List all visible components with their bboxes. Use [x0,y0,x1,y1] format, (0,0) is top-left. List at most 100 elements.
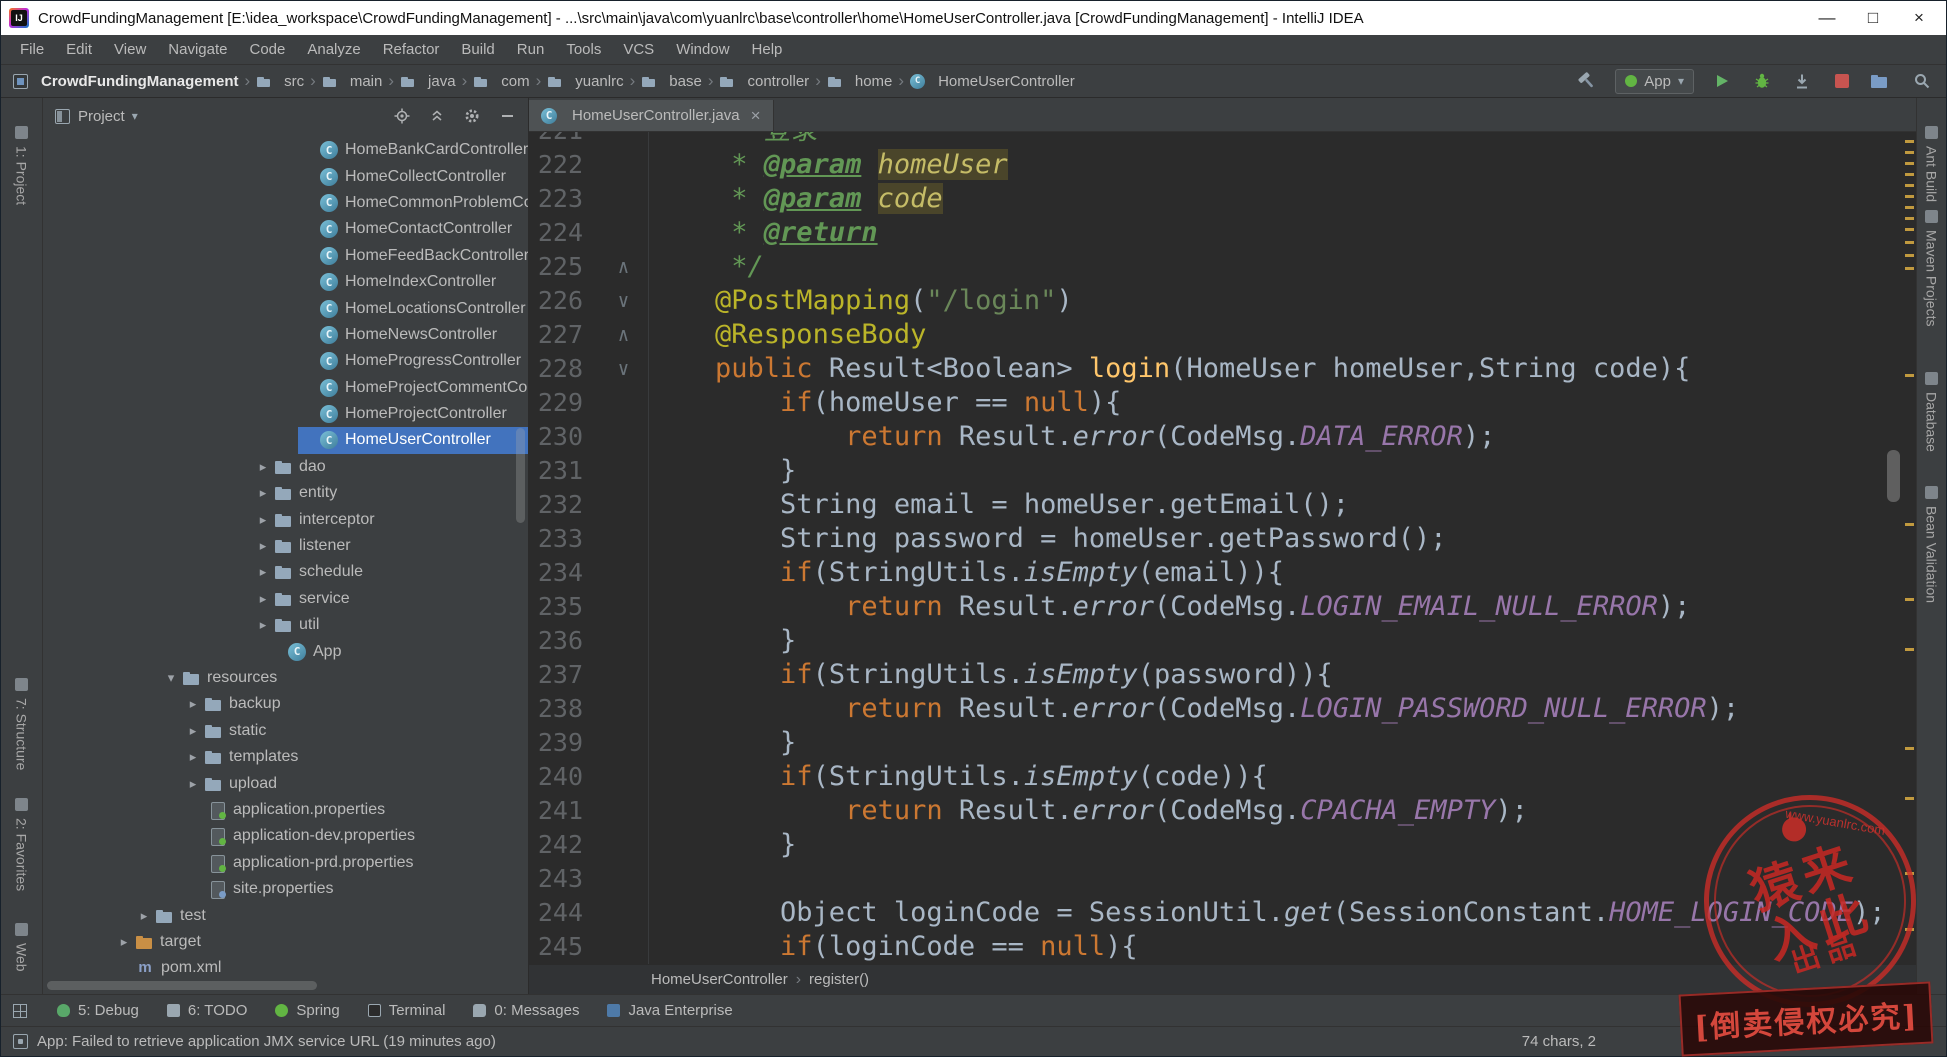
open-project-folder-button[interactable] [1870,69,1894,93]
menu-item-vcs[interactable]: VCS [612,41,665,58]
tree-item-templates[interactable]: ▸ templates [43,744,528,770]
menu-item-run[interactable]: Run [506,41,556,58]
tool-stripe-button-bean-validation[interactable]: Bean Validation [1924,486,1940,603]
breadcrumb-item-base[interactable]: base [641,73,702,90]
breadcrumb-item-java[interactable]: java [400,73,456,90]
chevron-right-icon[interactable]: ▸ [252,485,274,501]
menu-item-refactor[interactable]: Refactor [372,41,451,58]
tree-item-homeprojectcontroller[interactable]: HomeProjectController [43,401,528,427]
tree-item-pom-xml[interactable]: m pom.xml [43,955,528,981]
tool-window-button-5-debug[interactable]: 5: Debug [57,1002,139,1019]
tree-item-homebankcardcontroller[interactable]: HomeBankCardController [43,137,528,163]
menu-item-view[interactable]: View [103,41,157,58]
tree-item-dao[interactable]: ▸ dao [43,454,528,480]
chevron-right-icon[interactable]: ▸ [252,538,274,554]
tree-item-homecommonproblemcontroll[interactable]: HomeCommonProblemControll [43,190,528,216]
chevron-right-icon[interactable]: ▸ [252,512,274,528]
collapse-all-icon[interactable] [428,107,446,125]
run-configuration-selector[interactable]: App ▾ [1615,68,1694,94]
editor-tab-homeusercontroller[interactable]: HomeUserController.java × [529,100,774,131]
menu-item-analyze[interactable]: Analyze [296,41,371,58]
fold-marker-icon[interactable]: ∧ [599,318,649,352]
tool-stripe-button-2-favorites[interactable]: 2: Favorites [14,798,30,891]
tool-stripe-button-maven-projects[interactable]: Maven Projects [1924,210,1940,326]
chevron-right-icon[interactable]: ▸ [182,749,204,765]
tree-item-homeprogresscontroller[interactable]: HomeProgressController [43,348,528,374]
tool-window-button-terminal[interactable]: Terminal [367,1002,445,1019]
build-hammer-icon[interactable] [1575,69,1599,93]
tool-stripe-button-1-project[interactable]: 1: Project [14,126,30,205]
tree-item-homelocationscontroller[interactable]: HomeLocationsController [43,295,528,321]
menu-item-help[interactable]: Help [741,41,794,58]
tool-window-button-0-messages[interactable]: 0: Messages [473,1002,579,1019]
menu-item-edit[interactable]: Edit [55,41,103,58]
run-button[interactable] [1710,69,1734,93]
update-application-button[interactable] [1790,69,1814,93]
close-button[interactable]: × [1896,2,1942,34]
search-everywhere-button[interactable] [1910,69,1934,93]
tree-item-interceptor[interactable]: ▸ interceptor [43,506,528,532]
chevron-right-icon[interactable]: ▸ [182,723,204,739]
breadcrumb-item-homeusercontroller[interactable]: HomeUserController [910,73,1075,90]
menu-item-build[interactable]: Build [450,41,505,58]
breadcrumb-item-yuanlrc[interactable]: yuanlrc [547,73,624,90]
breadcrumb-method[interactable]: register() [809,971,869,988]
tool-stripe-button-database[interactable]: Database [1924,372,1940,452]
menu-item-tools[interactable]: Tools [555,41,612,58]
tree-item-homenewscontroller[interactable]: HomeNewsController [43,322,528,348]
chevron-right-icon[interactable]: ▸ [182,696,204,712]
tree-item-homeprojectcommentcontrolle[interactable]: HomeProjectCommentControlle [43,375,528,401]
chevron-right-icon[interactable]: ▸ [252,617,274,633]
menu-item-code[interactable]: Code [238,41,296,58]
tree-item-homeusercontroller[interactable]: HomeUserController [43,427,528,454]
breadcrumb-item-src[interactable]: src [256,73,304,90]
debug-button[interactable] [1750,69,1774,93]
tree-item-static[interactable]: ▸ static [43,718,528,744]
tool-window-switcher-icon[interactable] [13,1003,27,1018]
editor-vertical-scrollbar[interactable] [1887,450,1900,502]
gear-icon[interactable] [463,107,481,125]
tree-item-homecontactcontroller[interactable]: HomeContactController [43,216,528,242]
tree-item-application-dev-properties[interactable]: application-dev.properties [43,823,528,849]
tree-item-listener[interactable]: ▸ listener [43,533,528,559]
breadcrumb-item-main[interactable]: main [322,73,382,90]
menu-item-navigate[interactable]: Navigate [157,41,238,58]
tree-item-backup[interactable]: ▸ backup [43,691,528,717]
chevron-right-icon[interactable]: ▸ [252,459,274,475]
tree-item-upload[interactable]: ▸ upload [43,770,528,796]
project-tree-horizontal-scrollbar[interactable] [47,981,317,990]
tree-item-homefeedbackcontroller[interactable]: HomeFeedBackController [43,243,528,269]
locate-file-icon[interactable] [393,107,411,125]
breadcrumb-item-com[interactable]: com [473,73,530,90]
chevron-right-icon[interactable]: ▸ [252,591,274,607]
chevron-right-icon[interactable]: ▸ [133,908,155,924]
breadcrumb-item-home[interactable]: home [827,73,892,90]
chevron-right-icon[interactable]: ▸ [182,776,204,792]
chevron-down-icon[interactable]: ▾ [160,670,182,686]
tool-stripe-button-7-structure[interactable]: 7: Structure [14,678,30,770]
tree-item-resources[interactable]: ▾ resources [43,665,528,691]
chevron-down-icon[interactable]: ▾ [132,109,138,123]
tree-item-application-properties[interactable]: application.properties [43,797,528,823]
tree-item-util[interactable]: ▸ util [43,612,528,638]
chevron-right-icon[interactable]: ▸ [252,564,274,580]
tree-item-service[interactable]: ▸ service [43,586,528,612]
tree-item-test[interactable]: ▸ test [43,902,528,928]
project-panel-title[interactable]: Project [78,108,125,125]
tool-window-button-java-enterprise[interactable]: Java Enterprise [607,1002,733,1019]
minimize-button[interactable]: — [1804,2,1850,34]
tool-window-button-6-todo[interactable]: 6: TODO [166,1002,247,1019]
tree-item-entity[interactable]: ▸ entity [43,480,528,506]
menu-item-window[interactable]: Window [665,41,740,58]
maximize-button[interactable]: □ [1850,2,1896,34]
fold-marker-icon[interactable]: ∧ [599,250,649,284]
code-editor[interactable]: 221 * 登录222 * @param homeUser223 * @para… [529,132,1916,964]
hide-panel-icon[interactable] [498,107,516,125]
tree-item-site-properties[interactable]: site.properties [43,876,528,902]
tool-window-button-spring[interactable]: Spring [275,1002,340,1019]
tree-item-homecollectcontroller[interactable]: HomeCollectController [43,163,528,189]
status-message-icon[interactable] [13,1034,28,1049]
project-tree-vertical-scrollbar[interactable] [516,428,525,523]
fold-marker-icon[interactable]: ∨ [599,352,649,386]
tree-item-app[interactable]: App [43,638,528,664]
